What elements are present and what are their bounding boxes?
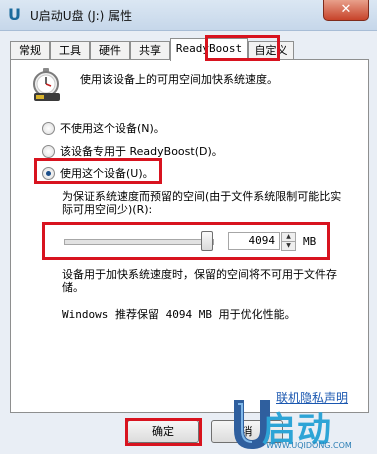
title-bar: U U启动U盘 (J:) 属性 ✕: [0, 0, 377, 31]
tab-tools[interactable]: 工具: [50, 41, 90, 60]
close-button[interactable]: ✕: [323, 0, 369, 21]
space-input[interactable]: 4094: [228, 232, 280, 250]
option-label: 不使用这个设备(N)。: [60, 122, 165, 135]
radio-button-selected-icon[interactable]: [42, 166, 55, 180]
usage-note: 设备用于加快系统速度时，保留的空间将不可用于文件存储。: [62, 268, 337, 294]
option-use-device[interactable]: 使用这个设备(U)。: [42, 165, 154, 181]
space-spinner[interactable]: ▲ ▼: [281, 232, 296, 251]
reserve-space-label: 为保证系统速度而预留的空间(由于文件系统限制可能比实际可用空间少)(R):: [62, 190, 342, 216]
option-dedicate[interactable]: 该设备专用于 ReadyBoost(D)。: [42, 143, 223, 159]
option-label: 该设备专用于 ReadyBoost(D)。: [60, 145, 223, 158]
readyboost-stopwatch-icon: [33, 68, 60, 101]
tab-customize[interactable]: 自定义: [248, 41, 294, 60]
spin-down-icon[interactable]: ▼: [281, 241, 296, 251]
option-label: 使用这个设备(U)。: [60, 167, 154, 180]
ok-button[interactable]: 确定: [127, 420, 199, 443]
usb-drive-icon: U: [8, 5, 21, 24]
radio-button-icon[interactable]: [42, 121, 55, 135]
tab-general[interactable]: 常规: [10, 41, 50, 60]
readyboost-intro: 使用该设备上的可用空间加快系统速度。: [80, 73, 278, 86]
space-unit: MB: [303, 235, 317, 248]
tab-readyboost[interactable]: ReadyBoost: [170, 38, 248, 61]
slider-thumb[interactable]: [201, 231, 213, 251]
tab-sharing[interactable]: 共享: [130, 41, 170, 60]
window-title: U启动U盘 (J:) 属性: [30, 9, 133, 23]
tab-hardware[interactable]: 硬件: [90, 41, 130, 60]
radio-button-icon[interactable]: [42, 144, 55, 158]
space-slider[interactable]: [64, 239, 214, 245]
recommendation-text: Windows 推荐保留 4094 MB 用于优化性能。: [62, 308, 296, 321]
tab-strip: 常规 工具 硬件 共享 ReadyBoost 自定义: [10, 38, 370, 61]
watermark-url: WWW.UQIDONG.COM: [266, 441, 352, 450]
option-do-not-use[interactable]: 不使用这个设备(N)。: [42, 120, 165, 136]
